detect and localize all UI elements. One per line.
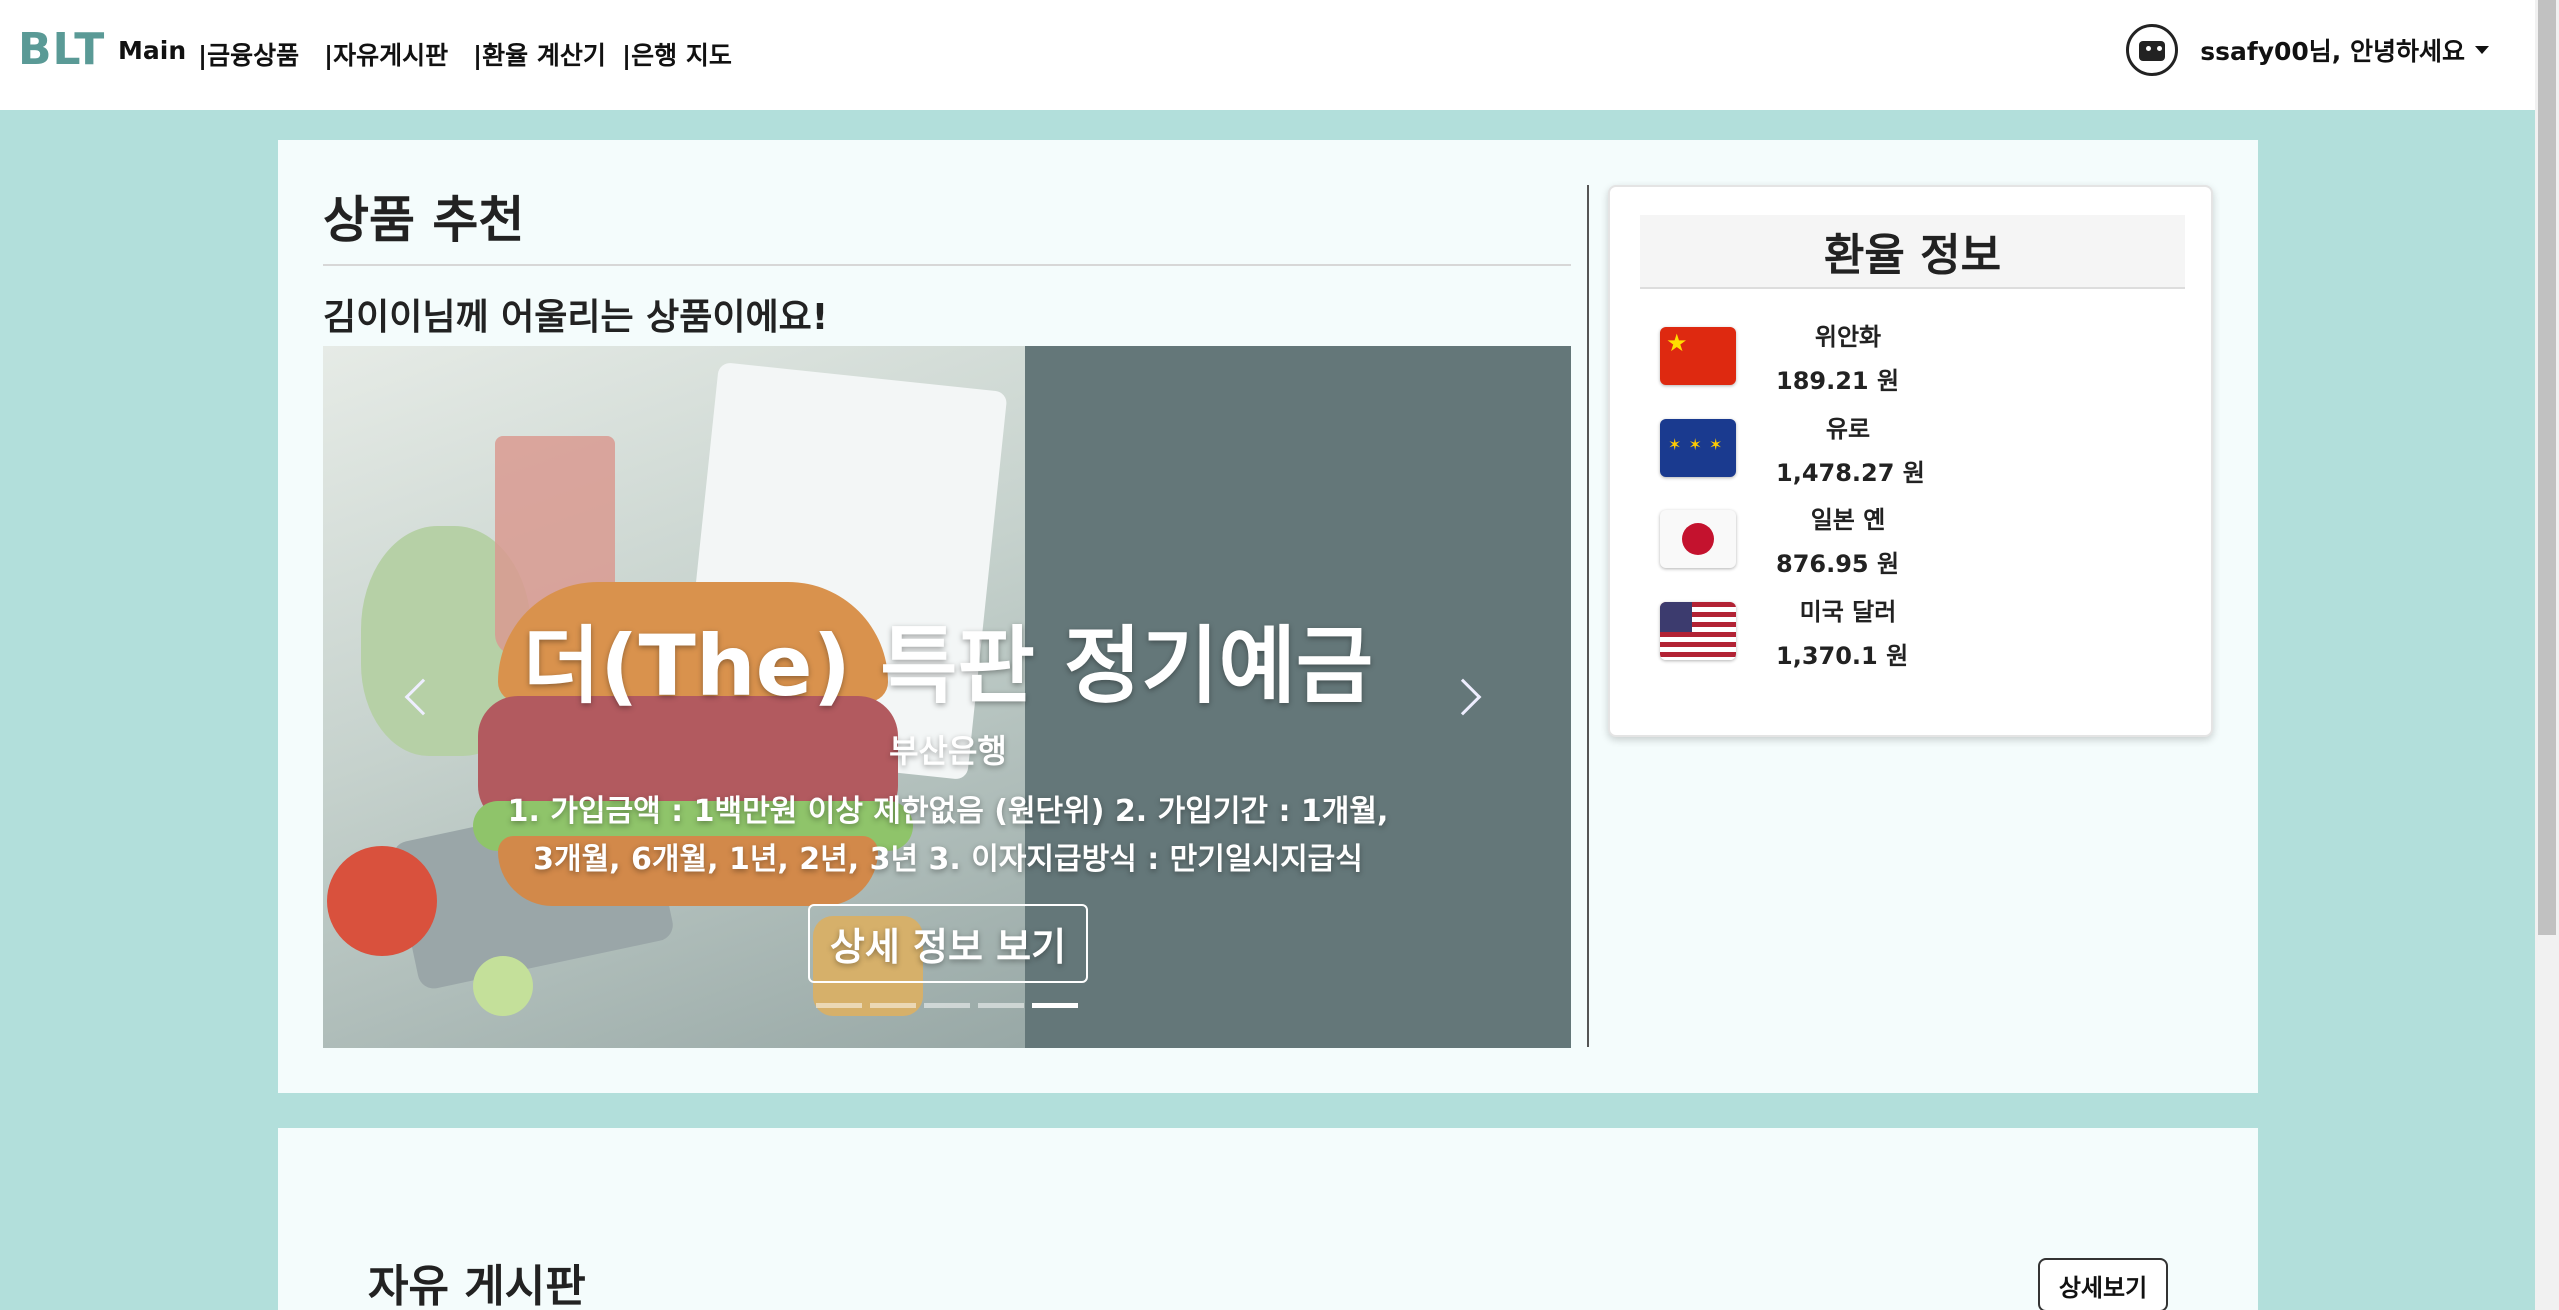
free-board-panel: 자유 게시판 상세보기 xyxy=(278,1128,2258,1310)
slide-product-title: 더(The) 특판 정기예금 xyxy=(522,617,1374,715)
slide-caption: 더(The) 특판 정기예금 부산은행 1. 가입금액 : 1백만원 이상 제한… xyxy=(473,616,1423,983)
currency-row-cny: 위안화 189.21 원 xyxy=(1660,317,2060,407)
currency-name: 미국 달러 xyxy=(1799,598,1897,626)
recommend-panel: 상품 추천 김이이님께 어울리는 상품이에요! 더(The) 특판 정기예금 부… xyxy=(278,140,2258,1093)
board-more-button[interactable]: 상세보기 xyxy=(2038,1258,2168,1310)
scrollbar-thumb[interactable] xyxy=(2538,0,2556,935)
nav-bank-map[interactable]: |은행 지도 xyxy=(622,36,732,72)
currency-name: 일본 옌 xyxy=(1810,506,1886,534)
currency-name: 유로 xyxy=(1825,415,1871,443)
currency-row-jpy: 일본 옌 876.95 원 xyxy=(1660,500,2060,590)
detail-info-button[interactable]: 상세 정보 보기 xyxy=(807,904,1089,983)
nav-financial-products[interactable]: |금융상품 xyxy=(198,36,299,72)
currency-row-usd: 미국 달러 1,370.1 원 xyxy=(1660,592,2060,682)
user-greeting[interactable]: ssafy00님, 안녕하세요 xyxy=(2200,32,2465,68)
top-navbar: BLT Main |금융상품 |자유게시판 |환율 계산기 |은행 지도 ssa… xyxy=(0,0,2535,110)
exchange-rate-card: 환율 정보 위안화 189.21 원 유로 1,478.27 원 일본 옌 87… xyxy=(1608,185,2213,737)
currency-rate: 1,370.1 원 xyxy=(1776,642,1909,670)
carousel-indicators xyxy=(816,1003,1078,1008)
nav-main[interactable]: Main xyxy=(118,36,186,65)
slide-bank-name: 부산은행 xyxy=(889,732,1007,770)
brand-logo[interactable]: BLT xyxy=(18,24,105,75)
currency-rate: 189.21 원 xyxy=(1776,367,1900,395)
product-carousel[interactable]: 더(The) 특판 정기예금 부산은행 1. 가입금액 : 1백만원 이상 제한… xyxy=(323,346,1571,1048)
exchange-title: 환율 정보 xyxy=(1823,230,2002,281)
vertical-divider xyxy=(1587,185,1589,1047)
carousel-next-button[interactable] xyxy=(1438,666,1498,726)
nav-exchange-calculator[interactable]: |환율 계산기 xyxy=(473,36,606,72)
caret-down-icon[interactable] xyxy=(2475,46,2489,54)
carousel-indicator[interactable] xyxy=(978,1003,1024,1008)
currency-name: 위안화 xyxy=(1814,323,1882,351)
exchange-card-header: 환율 정보 xyxy=(1640,215,2185,289)
chevron-left-icon xyxy=(404,678,442,716)
board-title: 자유 게시판 xyxy=(368,1261,586,1310)
carousel-indicator[interactable] xyxy=(924,1003,970,1008)
japan-flag-icon xyxy=(1660,510,1736,568)
recommend-title: 상품 추천 xyxy=(323,191,525,249)
recommend-subtitle: 김이이님께 어울리는 상품이에요! xyxy=(323,297,829,338)
china-flag-icon xyxy=(1660,327,1736,385)
user-menu[interactable]: ssafy00님, 안녕하세요 xyxy=(2126,24,2489,76)
currency-rate: 1,478.27 원 xyxy=(1776,459,1925,487)
carousel-indicator[interactable] xyxy=(816,1003,862,1008)
slide-description: 1. 가입금액 : 1백만원 이상 제한없음 (원단위) 2. 가입기간 : 1… xyxy=(507,794,1389,877)
page-scrollbar[interactable] xyxy=(2535,0,2559,1310)
carousel-indicator-active[interactable] xyxy=(1032,1003,1078,1008)
eu-flag-icon xyxy=(1660,419,1736,477)
currency-rate: 876.95 원 xyxy=(1776,550,1900,578)
currency-row-eur: 유로 1,478.27 원 xyxy=(1660,409,2060,499)
nav-free-board[interactable]: |자유게시판 xyxy=(324,36,448,72)
blt-avatar-icon[interactable] xyxy=(2126,24,2179,76)
carousel-indicator[interactable] xyxy=(870,1003,916,1008)
section-divider xyxy=(323,264,1571,266)
carousel-prev-button[interactable] xyxy=(388,666,448,726)
chevron-right-icon xyxy=(1444,678,1482,716)
us-flag-icon xyxy=(1660,602,1736,660)
